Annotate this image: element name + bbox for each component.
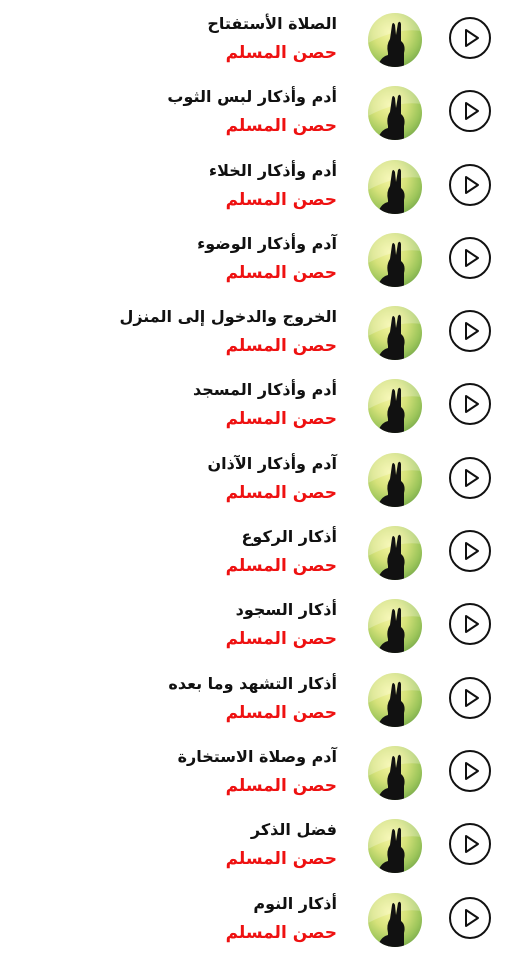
track-texts: أذكار النوم حصن المسلم [37,893,337,945]
track-title: أدم وأذكار الخلاء [208,160,337,180]
track-title: أذكار التشهد وما بعده [168,673,337,693]
track-title: أذكار السجود [235,600,337,620]
track-list: الصلاة الأستفتاح حصن المسلم أدم وأذكار ل… [0,3,507,956]
praying-hands-avatar-icon [368,232,422,287]
track-title: أذكار الركوع [241,527,338,547]
play-icon [465,542,479,561]
play-button[interactable] [449,310,491,353]
track-row[interactable]: أذكار النوم حصن المسلم [0,883,507,956]
play-icon [465,908,479,927]
track-texts: الصلاة الأستفتاح حصن المسلم [37,13,337,65]
track-title: آدم وأذكار الوضوء [197,233,337,253]
track-artist: حصن المسلم [225,43,337,63]
track-texts: أدم وأذكار الخلاء حصن المسلم [37,160,337,212]
praying-hands-avatar-icon [368,819,422,874]
play-button[interactable] [449,749,491,792]
track-title: فضل الذكر [250,820,337,840]
praying-hands-avatar-icon [368,745,422,800]
track-row[interactable]: الخروج والدخول إلى المنزل حصن المسلم [0,296,507,369]
track-row[interactable]: أدم وأذكار الخلاء حصن المسلم [0,150,507,223]
track-row[interactable]: أدم وأذكار لبس الثوب حصن المسلم [0,76,507,149]
track-row[interactable]: أذكار السجود حصن المسلم [0,589,507,662]
track-texts: أذكار الركوع حصن المسلم [37,526,337,578]
praying-hands-avatar-icon [368,599,422,654]
track-artist: حصن المسلم [225,629,337,650]
track-title: آدم وصلاة الاستخارة [177,746,337,766]
play-icon [465,615,479,634]
play-button[interactable] [449,676,491,719]
praying-hands-avatar-icon [368,526,422,581]
track-texts: آدم وصلاة الاستخارة حصن المسلم [37,746,337,798]
play-button[interactable] [449,456,491,499]
track-row[interactable]: آدم وأذكار الوضوء حصن المسلم [0,223,507,296]
play-icon [465,468,479,487]
track-texts: آدم وأذكار الوضوء حصن المسلم [37,233,337,285]
track-artist: حصن المسلم [225,702,337,723]
play-button[interactable] [449,896,491,939]
play-button[interactable] [449,823,491,866]
play-button[interactable] [449,90,491,133]
track-row[interactable]: آدم وأذكار الآذان حصن المسلم [0,443,507,516]
track-artist: حصن المسلم [225,116,337,137]
track-artist: حصن المسلم [225,482,337,503]
track-title: أدم وأذكار المسجد [193,380,337,400]
track-artist: حصن المسلم [225,409,337,430]
track-texts: أذكار السجود حصن المسلم [37,599,337,651]
play-button[interactable] [449,163,491,206]
track-title: أدم وأذكار لبس الثوب [167,87,337,107]
play-icon [465,761,479,780]
track-texts: أذكار التشهد وما بعده حصن المسلم [37,673,337,725]
praying-hands-avatar-icon [368,379,422,434]
track-row[interactable]: آدم وصلاة الاستخارة حصن المسلم [0,736,507,809]
play-icon [465,835,479,854]
track-texts: فضل الذكر حصن المسلم [37,819,337,871]
play-icon [465,322,479,341]
praying-hands-avatar-icon [368,672,422,727]
track-title: الصلاة الأستفتاح [207,14,337,33]
praying-hands-avatar-icon [368,306,422,361]
play-icon [465,29,479,47]
track-artist: حصن المسلم [225,922,337,943]
play-icon [465,395,479,414]
praying-hands-avatar-icon [368,13,422,67]
praying-hands-avatar-icon [368,452,422,507]
play-button[interactable] [449,603,491,646]
track-artist: حصن المسلم [225,849,337,870]
track-title: أذكار النوم [253,893,337,913]
play-icon [465,688,479,707]
track-texts: الخروج والدخول إلى المنزل حصن المسلم [37,306,337,358]
track-artist: حصن المسلم [225,189,337,210]
praying-hands-avatar-icon [368,892,422,947]
track-artist: حصن المسلم [225,262,337,283]
track-row[interactable]: الصلاة الأستفتاح حصن المسلم [0,3,507,76]
track-title: آدم وأذكار الآذان [207,453,337,473]
track-row[interactable]: أدم وأذكار المسجد حصن المسلم [0,369,507,442]
play-button[interactable] [449,236,491,279]
play-icon [465,175,479,194]
track-artist: حصن المسلم [225,775,337,796]
play-button[interactable] [449,383,491,426]
track-row[interactable]: أذكار الركوع حصن المسلم [0,516,507,589]
play-icon [465,102,479,121]
praying-hands-avatar-icon [368,159,422,214]
track-texts: أدم وأذكار المسجد حصن المسلم [37,379,337,431]
track-texts: أدم وأذكار لبس الثوب حصن المسلم [37,86,337,138]
praying-hands-avatar-icon [368,86,422,141]
track-row[interactable]: فضل الذكر حصن المسلم [0,809,507,882]
track-row[interactable]: أذكار التشهد وما بعده حصن المسلم [0,663,507,736]
track-artist: حصن المسلم [225,336,337,357]
play-button[interactable] [449,530,491,573]
play-button[interactable] [449,17,491,59]
track-texts: آدم وأذكار الآذان حصن المسلم [37,453,337,505]
track-title: الخروج والدخول إلى المنزل [119,307,337,327]
track-artist: حصن المسلم [225,556,337,577]
play-icon [465,248,479,267]
